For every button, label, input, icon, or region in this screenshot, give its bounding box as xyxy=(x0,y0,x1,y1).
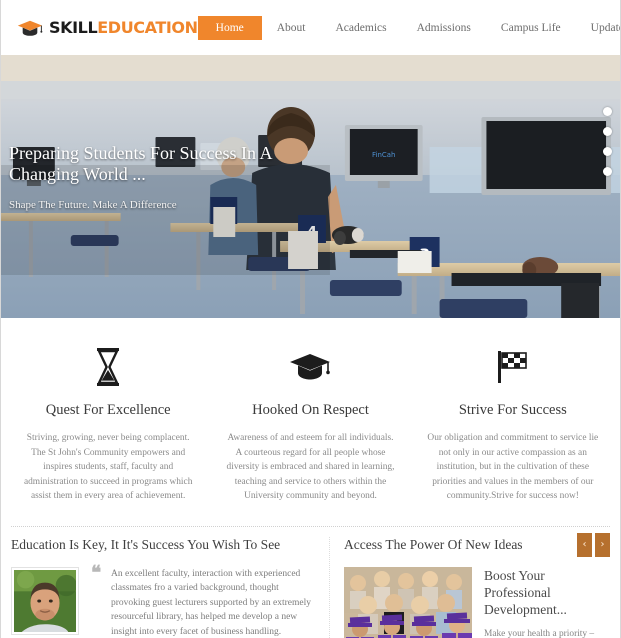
hero-dot-1[interactable] xyxy=(603,107,612,116)
hourglass-icon xyxy=(21,346,195,388)
graduation-cap-icon xyxy=(17,20,43,36)
testimonial-section-title: Education Is Key, It It's Success You Wi… xyxy=(11,536,281,552)
news-section-title: Access The Power Of New Ideas xyxy=(344,536,523,552)
testimonial-item: ❝ An excellent faculty, interaction with… xyxy=(11,561,315,638)
feature-quest-for-excellence: Quest For Excellence Striving, growing, … xyxy=(7,346,209,504)
nav-item-academics[interactable]: Academics xyxy=(321,16,402,40)
nav-item-updates[interactable]: Updates xyxy=(576,16,620,40)
quote-icon: ❝ xyxy=(91,561,102,584)
article-thumbnail xyxy=(344,566,472,638)
feature-title: Strive For Success xyxy=(458,402,567,418)
nav-item-home[interactable]: Home xyxy=(197,15,262,40)
hero-dot-4[interactable] xyxy=(603,167,612,176)
nav-item-admissions[interactable]: Admissions xyxy=(402,16,486,40)
next-arrow-icon[interactable]: › xyxy=(595,532,610,557)
hero-dot-2[interactable] xyxy=(603,127,612,136)
bottom-section: Education Is Key, It It's Success You Wi… xyxy=(11,525,610,638)
article-title[interactable]: Boost Your Professional Development... xyxy=(484,567,610,618)
avatar-photo xyxy=(14,569,76,632)
page-root: SKILLEDUCATION Home About Academics Admi… xyxy=(0,0,621,638)
hero-subtitle: Shape The Future. Make A Difference xyxy=(9,199,177,211)
nav-item-about[interactable]: About xyxy=(262,16,321,40)
article-body: Boost Your Professional Development... M… xyxy=(484,567,610,638)
checkered-flag-icon xyxy=(426,346,600,388)
news-carousel-controls: ‹ › xyxy=(577,532,610,557)
hero-title: Preparing Students For Success In A Chan… xyxy=(9,143,272,184)
feature-text: Striving, growing, never being complacen… xyxy=(23,433,193,501)
hero-slider-pagination xyxy=(603,107,612,176)
logo-text-education: EDUCATION xyxy=(97,17,198,37)
hero-caption: Preparing Students For Success In A Chan… xyxy=(9,143,299,211)
nav-item-campus-life[interactable]: Campus Life xyxy=(486,16,576,40)
feature-title: Quest For Excellence xyxy=(45,402,171,418)
site-header: SKILLEDUCATION Home About Academics Admi… xyxy=(1,0,620,55)
prev-arrow-icon[interactable]: ‹ xyxy=(577,532,592,557)
feature-hooked-on-respect: Hooked On Respect Awareness of and estee… xyxy=(209,346,411,504)
news-section: Access The Power Of New Ideas ‹ › Boost … xyxy=(329,532,610,638)
avatar xyxy=(11,566,79,635)
hero-slider: FinCah Preparing Students For Success In… xyxy=(1,55,620,318)
feature-strive-for-success: Strive For Success Our obligation and co… xyxy=(412,346,614,504)
news-article[interactable]: Boost Your Professional Development... M… xyxy=(344,566,610,638)
main-navigation: Home About Academics Admissions Campus L… xyxy=(197,15,620,40)
feature-text: Awareness of and esteem for all individu… xyxy=(226,433,395,501)
testimonial-quote-block: ❝ An excellent faculty, interaction with… xyxy=(91,561,315,638)
graduates-photo xyxy=(344,566,472,638)
feature-text: Our obligation and commitment to service… xyxy=(427,433,599,501)
feature-title: Hooked On Respect xyxy=(252,402,369,418)
graduation-cap-icon xyxy=(223,346,397,388)
svg-text:FinCah: FinCah xyxy=(372,151,395,159)
hero-dot-3[interactable] xyxy=(603,147,612,156)
article-excerpt: Make your health a priority – Make time … xyxy=(484,628,595,638)
features-section: Quest For Excellence Striving, growing, … xyxy=(1,318,620,522)
testimonial-section: Education Is Key, It It's Success You Wi… xyxy=(11,537,329,638)
logo-text-skill: SKILL xyxy=(49,17,98,37)
site-logo[interactable]: SKILLEDUCATION xyxy=(17,18,198,38)
testimonial-quote-text: An excellent faculty, interaction with e… xyxy=(111,568,311,637)
